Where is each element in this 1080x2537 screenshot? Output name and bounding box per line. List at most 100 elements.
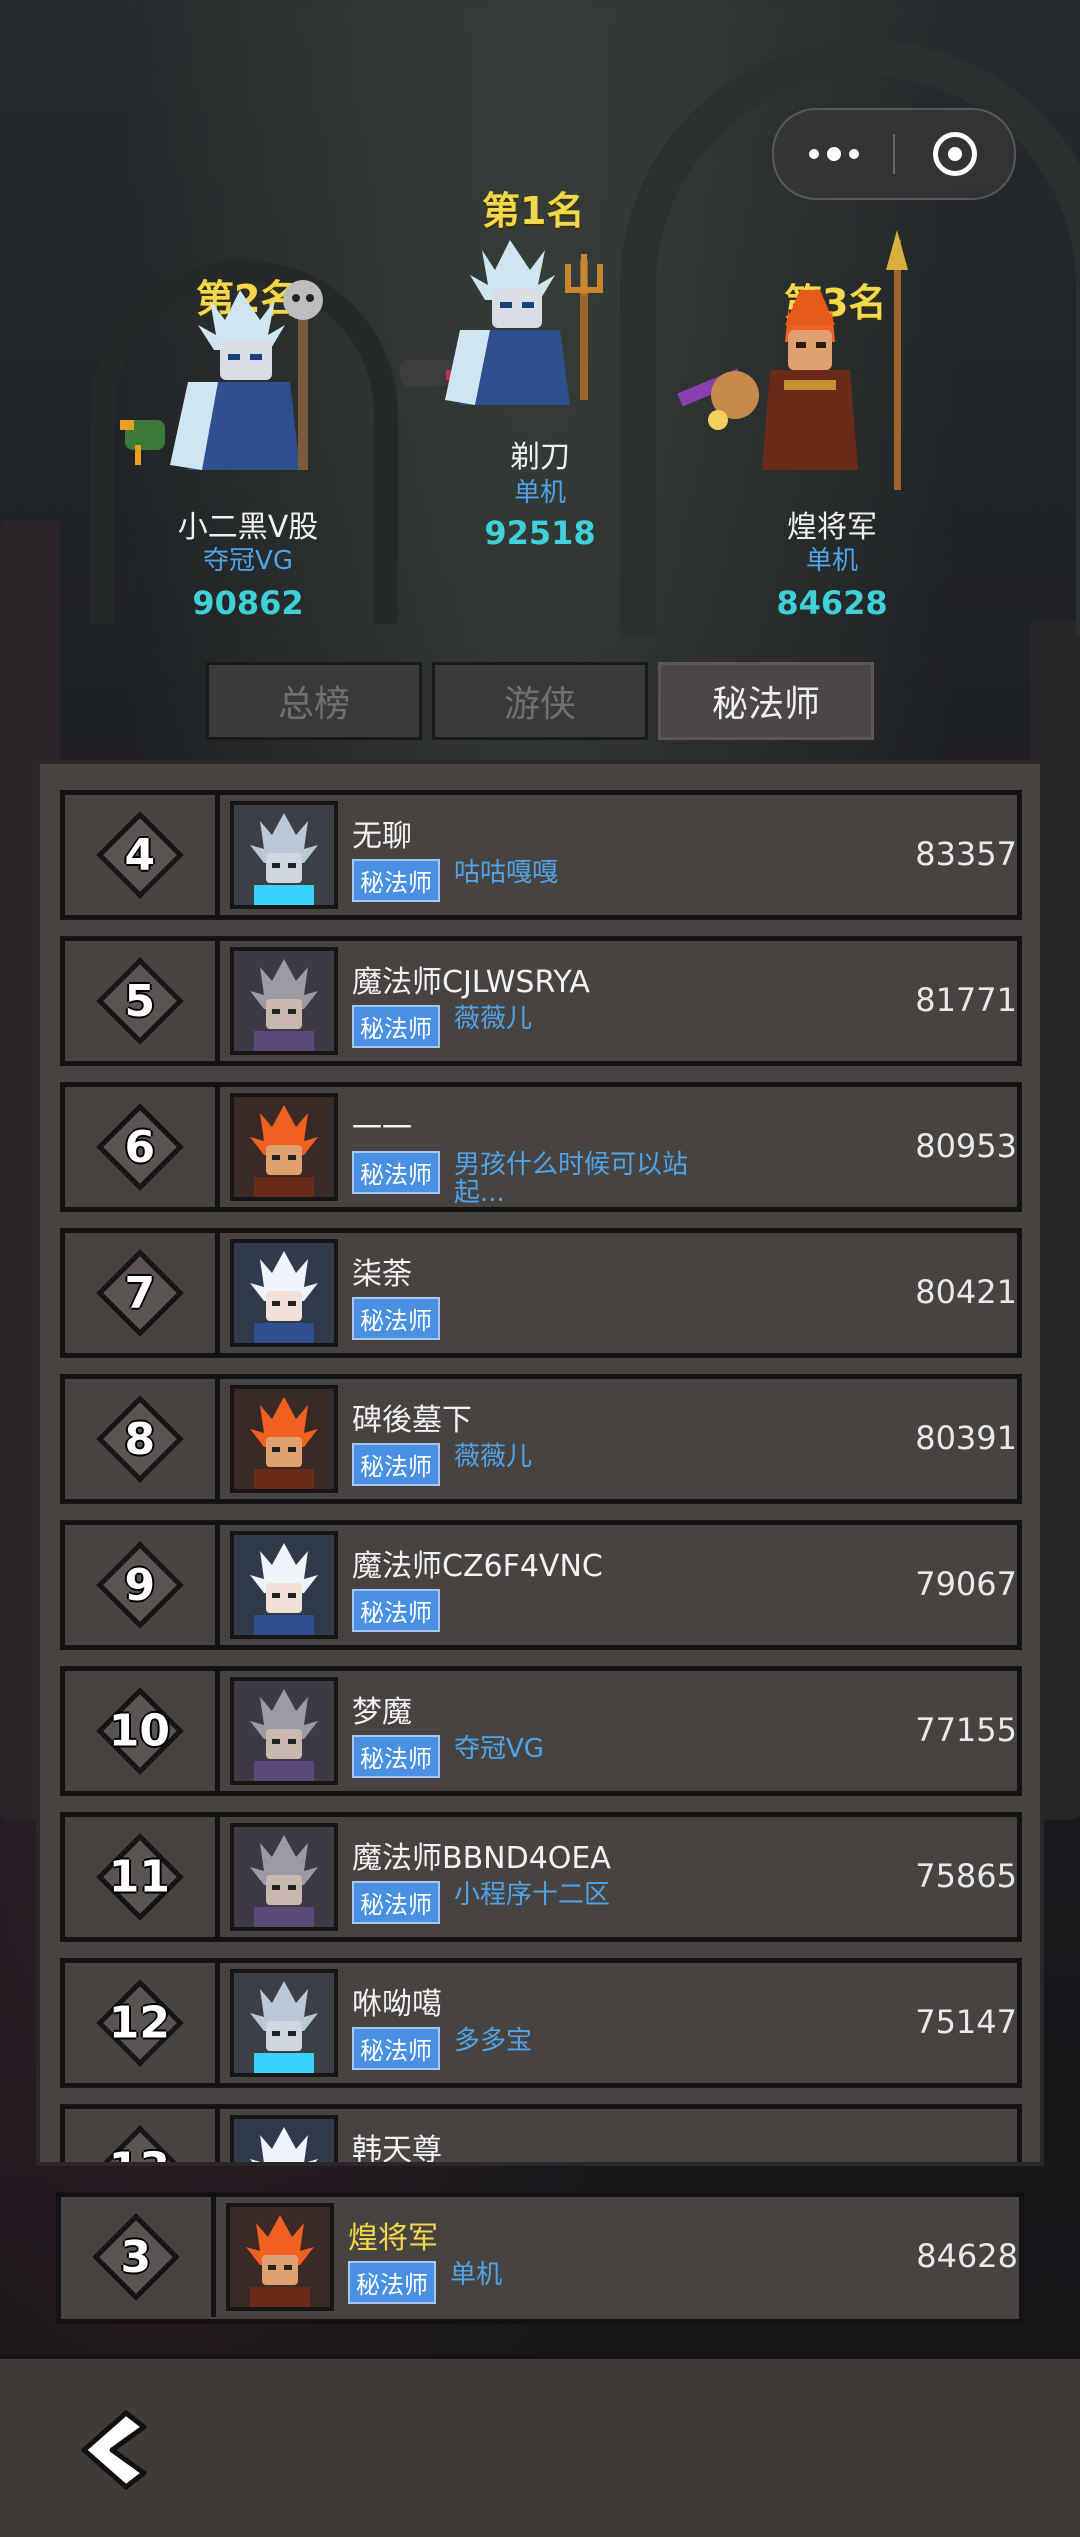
player-info: 碑後墓下秘法师 薇薇儿 (352, 1379, 872, 1499)
player-name: 无聊 (352, 819, 412, 854)
class-badge: 秘法师 (352, 2027, 440, 2070)
rank-diamond-icon: 4 (96, 811, 184, 899)
score-value: 75147 (915, 2003, 1017, 2041)
table-row[interactable]: 3 煌将军 秘法师 单机 84628 (56, 2192, 1024, 2324)
rank-number: 4 (124, 829, 156, 881)
rank-diamond-icon: 7 (96, 1249, 184, 1337)
table-row[interactable]: 12 咻呦噶 秘法师 多多宝 75147 (60, 1958, 1022, 2088)
more-button[interactable] (774, 110, 893, 198)
table-row[interactable]: 10 梦魔 秘法师 夺冠VG 77155 (60, 1666, 1022, 1796)
avatar[interactable] (230, 1823, 338, 1931)
rank-diamond-icon: 9 (96, 1541, 184, 1629)
rank-cell: 9 (65, 1525, 220, 1645)
rank-cell: 6 (65, 1087, 220, 1207)
miniprogram-capsule (772, 108, 1016, 200)
avatar[interactable] (230, 1677, 338, 1785)
rank-number: 6 (124, 1121, 156, 1173)
table-row[interactable]: 4 无聊 秘法师 咕咕嘎嘎 83357 (60, 790, 1022, 920)
table-row[interactable]: 7 柒荼秘法师 80421 (60, 1228, 1022, 1358)
tab-ranger[interactable]: 游侠 (432, 662, 648, 740)
podium-rank1-label: 第1名 (482, 189, 585, 233)
rank-number: 10 (109, 1705, 171, 1757)
rank-cell: 11 (65, 1817, 220, 1937)
more-dots-icon (808, 147, 859, 161)
avatar[interactable] (230, 947, 338, 1055)
class-badge: 秘法师 (352, 1151, 440, 1194)
rank-number: 3 (120, 2231, 152, 2283)
podium-rank2-score: 90862 (192, 584, 304, 622)
podium-rank3-character (677, 230, 908, 490)
player-info: 魔法师CJLWSRYA 秘法师 薇薇儿 (352, 941, 872, 1061)
tab-arcanist[interactable]: 秘法师 (658, 662, 874, 740)
avatar[interactable] (226, 2203, 334, 2311)
class-badge: 秘法师 (352, 1005, 440, 1048)
rank-diamond-icon: 5 (96, 957, 184, 1045)
class-badge: 秘法师 (352, 1297, 440, 1340)
podium-rank2-guild: 夺冠VG (203, 546, 293, 576)
avatar[interactable] (230, 1239, 338, 1347)
class-badge: 秘法师 (352, 1881, 440, 1924)
back-arrow-icon[interactable] (70, 2407, 156, 2493)
table-row[interactable]: 5 魔法师CJLWSRYA 秘法师 薇薇儿 81771 (60, 936, 1022, 1066)
rank-cell: 12 (65, 1963, 220, 2083)
avatar[interactable] (230, 1969, 338, 2077)
rank-number: 8 (124, 1413, 156, 1465)
player-name: 煌将军 (348, 2221, 438, 2256)
rank-cell: 3 (61, 2197, 216, 2317)
player-info: 柒荼 秘法师 (352, 1233, 872, 1353)
bottom-bar (0, 2354, 1080, 2537)
avatar[interactable] (230, 1093, 338, 1201)
score-value (872, 2109, 1017, 2162)
tab-overall[interactable]: 总榜 (206, 662, 422, 740)
close-button[interactable] (895, 110, 1014, 198)
guild-name: 男孩什么时候可以站起... (454, 1150, 689, 1208)
table-row[interactable]: 8 碑後墓下 秘法师 薇薇儿 80391 (60, 1374, 1022, 1504)
score-value: 77155 (915, 1711, 1017, 1749)
rank-number: 5 (124, 975, 156, 1027)
my-rank-row[interactable]: 3 煌将军 秘法师 单机 84628 (56, 2192, 1024, 2324)
table-row[interactable]: 13 韩天尊秘法师 (60, 2104, 1022, 2166)
podium-rank2-character (120, 280, 323, 470)
score-value: 80953 (915, 1127, 1017, 1165)
rank-number: 12 (109, 1997, 171, 2049)
rank-diamond-icon: 11 (96, 1833, 184, 1921)
score-value: 79067 (915, 1565, 1017, 1603)
table-row[interactable]: 9 魔法师CZ6F4VNC 秘法师 79067 (60, 1520, 1022, 1650)
class-badge: 秘法师 (352, 1443, 440, 1486)
table-row[interactable]: 11 魔法师BBND4OEA 秘法师 小程序十二区 75865 (60, 1812, 1022, 1942)
rank-diamond-icon: 3 (92, 2213, 180, 2301)
table-row[interactable]: 6 一一秘法师 男孩什么时候可以站起... 80953 (60, 1082, 1022, 1212)
score-value: 84628 (916, 2237, 1018, 2275)
rank-diamond-icon: 13 (96, 2125, 184, 2162)
leaderboard-list[interactable]: 4 无聊 秘法师 咕咕嘎嘎 83357 5 魔法师CJLWSRYA 秘法师 薇薇儿 81771 6 一… (36, 760, 1044, 2166)
avatar[interactable] (230, 1531, 338, 1639)
rank-cell: 13 (65, 2109, 220, 2162)
rank-cell: 8 (65, 1379, 220, 1499)
guild-name: 小程序十二区 (454, 1880, 611, 1910)
score-value: 75865 (915, 1857, 1017, 1895)
avatar[interactable] (230, 2115, 338, 2162)
rank-number: 13 (109, 2144, 170, 2162)
avatar[interactable] (230, 1385, 338, 1493)
class-badge: 秘法师 (352, 1589, 440, 1632)
podium-rank3-guild: 单机 (805, 546, 858, 576)
guild-name: 薇薇儿 (454, 1442, 533, 1472)
podium-rank3-score: 84628 (776, 584, 888, 622)
player-info: 无聊 秘法师 咕咕嘎嘎 (352, 795, 872, 915)
player-name: 碑後墓下 (352, 1403, 472, 1438)
score-value: 80421 (915, 1273, 1017, 1311)
player-name: 魔法师CZ6F4VNC (352, 1549, 603, 1584)
rank-diamond-icon: 10 (96, 1687, 184, 1775)
rank-number: 11 (109, 1851, 171, 1903)
avatar[interactable] (230, 801, 338, 909)
rank-diamond-icon: 8 (96, 1395, 184, 1483)
guild-name: 多多宝 (454, 2026, 533, 2056)
rank-cell: 7 (65, 1233, 220, 1353)
player-info: 咻呦噶 秘法师 多多宝 (352, 1963, 872, 2083)
rank-diamond-icon: 12 (96, 1979, 184, 2067)
guild-name: 咕咕嘎嘎 (454, 858, 559, 888)
player-name: 柒荼 (352, 1257, 412, 1292)
player-name: 一一 (352, 1111, 412, 1146)
player-name: 梦魔 (352, 1695, 412, 1730)
player-name: 韩天尊 (352, 2133, 442, 2166)
